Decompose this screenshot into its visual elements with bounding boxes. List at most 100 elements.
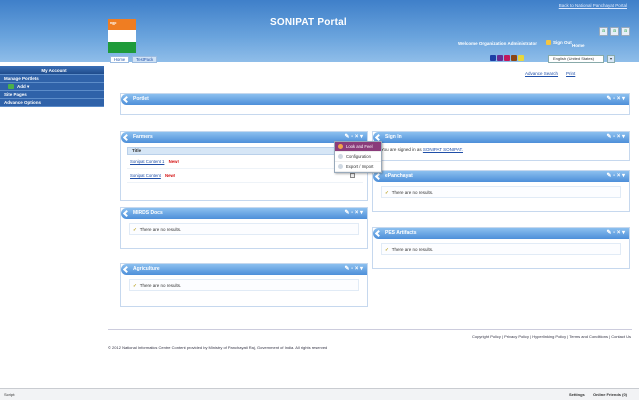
- edit-icon[interactable]: [350, 173, 355, 178]
- table-row: Sonipat Content 1 New!: [127, 155, 363, 169]
- font-increase-button[interactable]: a: [621, 27, 630, 36]
- footer-divider: [108, 329, 632, 330]
- online-friends-button[interactable]: Online Friends (0): [593, 389, 627, 400]
- message-text: There are no results.: [391, 190, 434, 195]
- language-select[interactable]: English (United States): [548, 55, 604, 63]
- copyright-text: © 2012 National Informatics Centre Conte…: [108, 345, 328, 350]
- portlet-generic: Portlet ✎ - × ▾: [120, 93, 630, 115]
- settings-button[interactable]: Settings: [569, 389, 585, 400]
- drag-handle-icon[interactable]: [122, 95, 131, 104]
- portlet-header[interactable]: Agriculture ✎ - × ▾: [121, 264, 367, 275]
- check-icon: ✓: [133, 227, 137, 232]
- portlet-actions[interactable]: ✎ - × ▾: [344, 208, 363, 219]
- font-size-controls: a a a: [599, 27, 630, 36]
- check-icon: ✓: [133, 283, 137, 288]
- drag-handle-icon[interactable]: [374, 229, 383, 238]
- welcome-text: Welcome Organization Administrator: [458, 41, 538, 46]
- menu-item-look-and-feel[interactable]: Look and Feel: [335, 142, 381, 152]
- tab-home[interactable]: Home: [110, 56, 130, 63]
- portlet-title: Portlet: [133, 96, 149, 102]
- new-badge: New!: [168, 159, 179, 164]
- menu-item-label: Export / Import: [346, 164, 374, 169]
- portlet-title: Agriculture: [133, 266, 160, 272]
- drag-handle-icon[interactable]: [374, 133, 383, 142]
- drag-handle-icon[interactable]: [122, 133, 131, 142]
- signed-in-text: You are signed in as SONIPAT SONIPAT.: [381, 147, 621, 152]
- table-header-title: Title: [127, 147, 363, 155]
- no-results-message: ✓ There are no results.: [129, 279, 359, 291]
- portlet-mirds-docs: MIRDS Docs ✎ - × ▾ ✓ There are no results…: [120, 207, 368, 249]
- print-link[interactable]: Print: [566, 71, 575, 76]
- check-icon: ✓: [385, 247, 389, 252]
- portlet-epanchayat: ePanchayat ✎ - × ▾ ✓ There are no results…: [372, 170, 630, 212]
- language-submit-button[interactable]: ▾: [607, 55, 615, 63]
- signed-in-user-link[interactable]: SONIPAT SONIPAT.: [423, 147, 463, 152]
- portlet-sign-in: Sign In ✎ - × ▾ You are signed in as SON…: [372, 131, 630, 161]
- message-text: There are no results.: [139, 283, 182, 288]
- no-results-message: ✓ There are no results.: [381, 186, 621, 198]
- browser-status-bar: Script: Settings Online Friends (0): [0, 388, 639, 400]
- theme-swatch[interactable]: [511, 55, 517, 61]
- no-results-message: ✓ There are no results.: [381, 243, 621, 255]
- font-reset-button[interactable]: a: [610, 27, 619, 36]
- status-text: Script:: [4, 392, 16, 397]
- sidebar-item-advance-options[interactable]: Advance Options: [0, 99, 104, 107]
- portal-logo[interactable]: ngp: [108, 19, 136, 53]
- portlet-header[interactable]: ePanchayat ✎ - × ▾: [373, 171, 629, 182]
- portlet-header[interactable]: Sign In ✎ - × ▾: [373, 132, 629, 143]
- home-link[interactable]: Home: [572, 43, 585, 48]
- portlet-header[interactable]: Portlet ✎ - × ▾: [121, 94, 629, 105]
- portlet-actions[interactable]: ✎ - × ▾: [606, 228, 625, 239]
- portlet-header[interactable]: PES Artifacts ✎ - × ▾: [373, 228, 629, 239]
- configuration-icon: [338, 154, 343, 159]
- dockbar-sidebar: My Account Manage Portlets Add ▾ Site Pa…: [0, 66, 104, 107]
- sidebar-item-manage-portlets[interactable]: Manage Portlets: [0, 75, 104, 83]
- export-import-icon: [338, 164, 343, 169]
- portlet-title: MIRDS Docs: [133, 210, 163, 216]
- national-portal-link[interactable]: Back to National Panchayat Portal: [559, 3, 627, 8]
- add-icon: [8, 84, 14, 89]
- menu-item-label: Look and Feel: [346, 144, 373, 149]
- sign-out-link[interactable]: Sign Out: [546, 40, 572, 45]
- font-decrease-button[interactable]: a: [599, 27, 608, 36]
- tab-testpack[interactable]: TestPack: [132, 56, 158, 63]
- portlet-actions[interactable]: ✎ - × ▾: [606, 171, 625, 182]
- theme-swatch[interactable]: [497, 55, 503, 61]
- message-text: There are no results.: [139, 227, 182, 232]
- tool-links: Advance Search Print: [525, 71, 575, 76]
- message-text: There are no results.: [391, 247, 434, 252]
- theme-swatch[interactable]: [490, 55, 496, 61]
- portlet-actions[interactable]: ✎ - × ▾: [344, 264, 363, 275]
- content-link[interactable]: Sonipat Content: [130, 173, 161, 178]
- portal-header: Back to National Panchayat Portal ngp SO…: [0, 0, 639, 63]
- signed-in-prefix: You are signed in as: [381, 147, 422, 152]
- footer-links[interactable]: Copyright Policy | Privacy Policy | Hype…: [472, 334, 631, 339]
- check-icon: ✓: [385, 190, 389, 195]
- portlet-pes-artifacts: PES Artifacts ✎ - × ▾ ✓ There are no resu…: [372, 227, 630, 269]
- portlet-header[interactable]: MIRDS Docs ✎ - × ▾: [121, 208, 367, 219]
- drag-handle-icon[interactable]: [374, 172, 383, 181]
- content-link[interactable]: Sonipat Content 1: [130, 159, 164, 164]
- menu-item-configuration[interactable]: Configuration: [335, 152, 381, 162]
- new-badge: New!: [165, 173, 176, 178]
- page-tabs: Home TestPack: [110, 56, 158, 63]
- portlet-title: Sign In: [385, 134, 402, 140]
- theme-swatches: [490, 55, 524, 61]
- portlet-actions[interactable]: ✎ - × ▾: [606, 94, 625, 105]
- menu-item-label: Configuration: [346, 154, 371, 159]
- sidebar-item-my-account[interactable]: My Account: [0, 66, 104, 75]
- sidebar-item-site-pages[interactable]: Site Pages: [0, 91, 104, 99]
- portlet-actions[interactable]: ✎ - × ▾: [606, 132, 625, 143]
- theme-swatch[interactable]: [504, 55, 510, 61]
- logo-tag: ngp: [110, 21, 117, 25]
- drag-handle-icon[interactable]: [122, 209, 131, 218]
- portlet-header[interactable]: Farmers ✎ - × ▾: [121, 132, 367, 143]
- theme-swatch[interactable]: [518, 55, 524, 61]
- advance-search-link[interactable]: Advance Search: [525, 71, 558, 76]
- no-results-message: ✓ There are no results.: [129, 223, 359, 235]
- menu-item-export-import[interactable]: Export / Import: [335, 162, 381, 172]
- drag-handle-icon[interactable]: [122, 265, 131, 274]
- sidebar-item-add[interactable]: Add ▾: [0, 83, 104, 91]
- portal-title: SONIPAT Portal: [270, 17, 347, 28]
- portlet-farmers: Farmers ✎ - × ▾ Title Sonipat Content 1 …: [120, 131, 368, 201]
